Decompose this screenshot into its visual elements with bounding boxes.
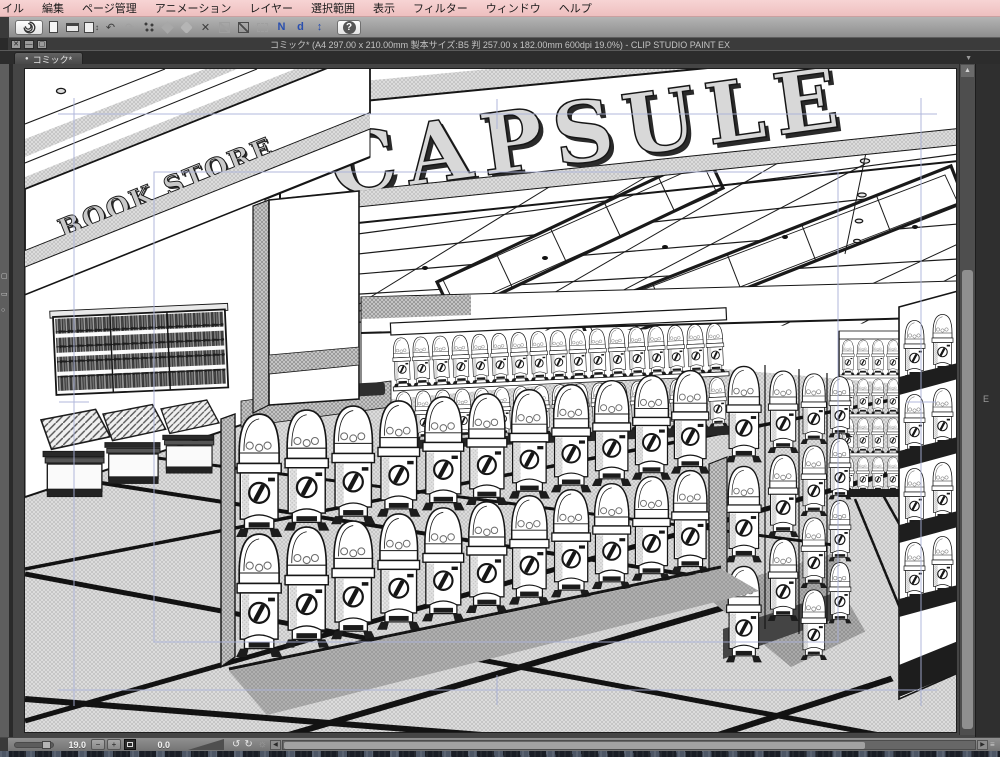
tab-list-caret-icon[interactable]: ▼ [965,55,972,62]
scatter-dots-icon [143,22,154,32]
modified-bullet: ● [25,56,29,62]
rotate-value: 0.0 [157,739,170,750]
resize-grip-icon[interactable]: ≡ [990,740,998,749]
close-window-button[interactable]: ✕ [11,39,21,49]
magnifier-icon: ○ [1,307,6,314]
right-panel-letter: E [983,394,990,404]
right-panel-sliver: E [975,64,1000,737]
status-bar: 19.0 − + 0.0 ↺ ↻ ☼ ◀ ▶ ≡ [0,737,1000,752]
menu-filter[interactable]: フィルター [404,0,477,16]
horizontal-scrollbar[interactable] [281,739,976,750]
pen-d-button[interactable]: d [292,20,309,35]
diamond-icon [161,20,174,34]
scroll-up-button[interactable]: ▲ [961,65,974,77]
zoom-out-button[interactable]: − [91,739,105,750]
tool-icon: ▭ [1,291,8,298]
menu-bar: イル 編集 ページ管理 アニメーション レイヤー 選択範囲 表示 フィルター ウ… [0,0,1000,17]
new-file-button[interactable] [45,20,62,35]
menu-edit[interactable]: 編集 [33,0,73,16]
ruler-2-button[interactable] [235,20,252,35]
window-edge [0,737,8,752]
maximize-window-button[interactable]: ▢ [37,39,47,49]
transform-button[interactable]: ✕ [197,20,214,35]
menu-window[interactable]: ウィンドウ [477,0,550,16]
zoom-slider[interactable] [14,740,54,749]
document-canvas[interactable]: CAPSULE CAPSULE BOOK STORE BOOK STORE [24,68,957,733]
zoom-slider-handle[interactable] [42,740,51,749]
menu-selection[interactable]: 選択範囲 [302,0,364,16]
save-icon [84,21,94,33]
marquee-icon [257,22,268,32]
zoom-in-button[interactable]: + [107,739,121,750]
clip-studio-logo-button[interactable] [15,19,43,35]
horizontal-scroll-thumb[interactable] [283,741,866,749]
ruler-1-button[interactable] [216,20,233,35]
collapsed-tool-palette[interactable]: ▢ ▭ ○ [0,64,9,737]
vertical-scroll-thumb[interactable] [962,270,973,729]
canvas-workspace: ▢ ▭ ○ CAPSULE CAPSULE BOOK STORE BOOK ST… [0,64,1000,737]
rotate-ccw-button[interactable]: ↺ [232,739,240,750]
fill-icon [180,20,193,34]
menu-view[interactable]: 表示 [364,0,404,16]
swap-updown-button[interactable]: ↕ [311,20,328,35]
window-edge [0,38,8,50]
question-icon: ? [342,20,356,34]
menu-animation[interactable]: アニメーション [146,0,241,16]
scroll-left-button[interactable]: ◀ [269,739,281,750]
zoom-value: 19.0 [68,739,86,750]
save-updown-icon: ↕ [95,22,99,32]
reset-view-button[interactable]: ☼ [258,739,267,750]
document-title-bar: ✕ — ▢ コミック* (A4 297.00 x 210.00mm 製本サイズ:… [0,38,1000,50]
ruler-slash-icon [219,21,230,33]
palette-divider [9,64,13,737]
window-edge [0,16,9,38]
vertical-scrollbar[interactable]: ▲ [959,64,975,735]
pillar [252,190,360,414]
redo-button[interactable]: ↷ [121,20,138,35]
command-bar: ↕ ↶ ↷ ✕ N d ↕ ? [0,16,1000,38]
menu-file-partial[interactable]: イル [0,0,33,16]
save-file-button[interactable]: ↕ [83,20,100,35]
fill-tool-button[interactable] [178,20,195,35]
snap-scatter-button[interactable] [140,20,157,35]
menu-layer[interactable]: レイヤー [240,0,302,16]
pen-n-button[interactable]: N [273,20,290,35]
ruler-slash-dark-icon [238,21,249,33]
menu-page-manage[interactable]: ページ管理 [73,0,146,16]
canvas-artwork: CAPSULE CAPSULE BOOK STORE BOOK STORE [25,69,956,732]
desktop-wallpaper [0,751,1000,757]
document-title: コミック* (A4 297.00 x 210.00mm 製本サイズ:B5 判 2… [270,39,730,50]
clip-studio-logo-icon [23,21,35,33]
help-button[interactable]: ? [337,19,361,35]
open-folder-icon [66,22,79,32]
scroll-right-button[interactable]: ▶ [977,739,988,750]
minimize-window-button[interactable]: — [24,39,34,49]
open-file-button[interactable] [64,20,81,35]
document-tab-bar: ● コミック* ▼ [0,50,1000,65]
new-file-icon [49,21,58,33]
rotate-slider[interactable] [188,739,224,750]
undo-button[interactable]: ↶ [102,20,119,35]
tool-icon: ▢ [1,273,8,280]
selection-launcher-button[interactable] [254,20,271,35]
fit-to-screen-button[interactable] [124,739,136,750]
clip-studio-window: イル 編集 ページ管理 アニメーション レイヤー 選択範囲 表示 フィルター ウ… [0,0,1000,757]
menu-help[interactable]: ヘルプ [550,0,601,16]
snap-shape-button[interactable] [159,20,176,35]
rotate-cw-button[interactable]: ↻ [244,739,252,750]
